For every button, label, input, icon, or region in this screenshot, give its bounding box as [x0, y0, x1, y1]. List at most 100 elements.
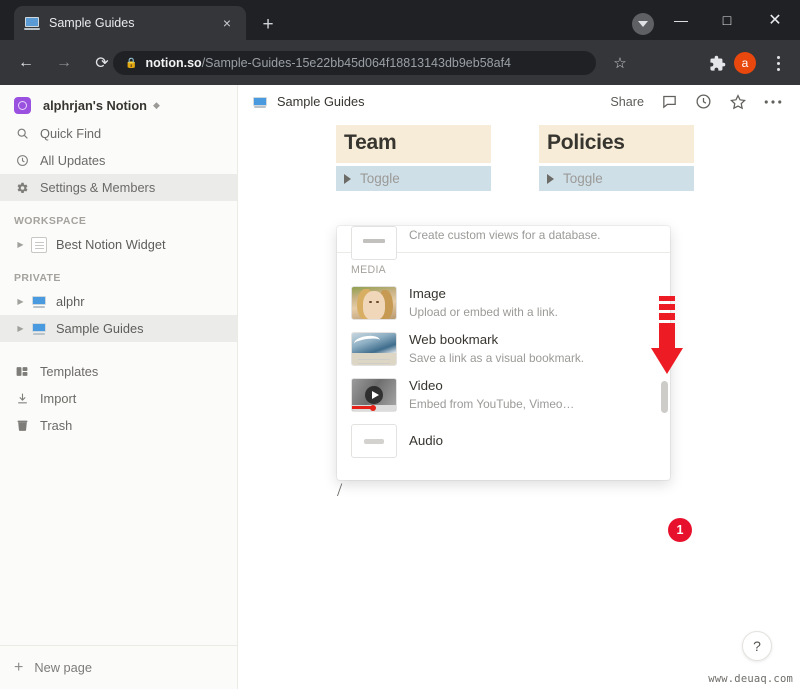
import-icon	[14, 391, 30, 407]
window-controls: — □ ✕	[658, 0, 800, 40]
page-topbar: Sample Guides Share	[238, 85, 800, 118]
url-domain: notion.so	[145, 56, 202, 70]
plus-icon: +	[14, 658, 24, 676]
close-window-button[interactable]: ✕	[750, 0, 800, 40]
browser-menu-icon[interactable]	[768, 50, 788, 76]
heading-block[interactable]: Team	[336, 125, 491, 163]
templates-icon	[14, 364, 30, 380]
menu-item-title: Audio	[409, 433, 444, 448]
lock-icon: 🔒	[125, 57, 138, 69]
sidebar-item-label: Settings & Members	[40, 180, 156, 195]
maximize-button[interactable]: □	[704, 0, 750, 40]
sidebar-page-sample-guides[interactable]: ▶ Sample Guides	[0, 315, 237, 342]
heading-text: Team	[344, 131, 397, 154]
page-actions: Share	[610, 93, 786, 111]
menu-scrollbar-thumb[interactable]	[661, 381, 668, 413]
menu-item-desc: Create custom views for a database.	[409, 228, 601, 242]
sidebar-item-import[interactable]: Import	[0, 385, 237, 412]
bookmark-star-icon[interactable]: ☆	[610, 53, 630, 73]
clock-icon[interactable]	[695, 93, 712, 110]
sidebar-page-label: alphr	[56, 294, 85, 309]
menu-item-title: Image	[409, 286, 446, 301]
typed-slash-text: /	[337, 480, 343, 501]
address-bar[interactable]: 🔒 notion.so/Sample-Guides-15e22bb45d064f…	[113, 51, 596, 75]
minimize-button[interactable]: —	[658, 0, 704, 40]
clock-icon	[14, 153, 30, 169]
menu-item-texts: Video Embed from YouTube, Vimeo…	[409, 377, 574, 413]
menu-item-title: Web bookmark	[409, 332, 499, 347]
menu-item-texts: Image Upload or embed with a link.	[409, 285, 558, 321]
document-icon	[31, 236, 47, 253]
extensions-icon[interactable]	[706, 52, 728, 74]
share-button[interactable]: Share	[610, 95, 644, 109]
tab-title: Sample Guides	[49, 16, 135, 30]
sidebar-bottom-items: Templates Import Trash	[0, 358, 237, 439]
sidebar-item-templates[interactable]: Templates	[0, 358, 237, 385]
sidebar-section-workspace: WORKSPACE	[14, 215, 87, 227]
toggle-block[interactable]: Toggle	[539, 166, 694, 191]
sidebar-page-alphr[interactable]: ▶ alphr	[0, 288, 237, 315]
menu-item-title: Video	[409, 378, 443, 393]
more-options-icon[interactable]	[764, 99, 782, 105]
audio-thumbnail-icon	[351, 424, 397, 458]
menu-item-desc: Save a link as a visual bookmark.	[409, 351, 585, 365]
sidebar-item-settings-members[interactable]: Settings & Members	[0, 174, 237, 201]
heading-text: Policies	[547, 131, 625, 154]
menu-item-texts: Web bookmark Save a link as a visual boo…	[409, 331, 584, 367]
chevron-right-icon[interactable]: ▶	[14, 240, 27, 249]
close-icon[interactable]: ×	[218, 14, 236, 32]
chevron-right-icon[interactable]: ▶	[14, 297, 27, 306]
sidebar-item-trash[interactable]: Trash	[0, 412, 237, 439]
sidebar-page-label: Best Notion Widget	[56, 237, 166, 252]
venus-painting-thumbnail-icon	[351, 286, 397, 320]
url-path: /Sample-Guides-15e22bb45d064f18813143db9…	[201, 56, 511, 70]
menu-item-texts: Create custom views for a database.	[409, 226, 600, 244]
column-policies: Policies Toggle	[539, 125, 694, 191]
menu-item-clipped-top[interactable]: Create custom views for a database.	[337, 226, 670, 260]
forward-icon[interactable]: →	[48, 47, 80, 79]
sidebar-item-label: Trash	[40, 418, 73, 433]
heading-block[interactable]: Policies	[539, 125, 694, 163]
sidebar-item-label: All Updates	[40, 153, 106, 168]
star-icon[interactable]	[729, 93, 747, 111]
toggle-triangle-icon[interactable]	[547, 173, 554, 184]
toggle-label: Toggle	[563, 171, 603, 186]
browser-window: Sample Guides × + — □ ✕ ← → ⟳ 🔒 notion.s…	[0, 0, 800, 689]
sidebar-item-all-updates[interactable]: All Updates	[0, 147, 237, 174]
sidebar-item-label: Import	[40, 391, 77, 406]
annotation-badge-1: 1	[668, 518, 692, 542]
new-tab-button[interactable]: +	[255, 11, 281, 37]
slash-command-menu[interactable]: Create custom views for a database. MEDI…	[337, 226, 670, 480]
monitor-icon	[252, 94, 268, 110]
menu-item-video[interactable]: Video Embed from YouTube, Vimeo…	[337, 372, 670, 418]
chevron-updown-icon: ◆	[153, 99, 160, 110]
new-page-button[interactable]: + New page	[0, 645, 237, 689]
sidebar-section-private: PRIVATE	[14, 272, 61, 284]
menu-item-desc: Embed from YouTube, Vimeo…	[409, 397, 575, 411]
workspace-name: alphrjan's Notion	[43, 97, 147, 113]
browser-tab[interactable]: Sample Guides ×	[14, 6, 246, 40]
toggle-block[interactable]: Toggle	[336, 166, 491, 191]
back-icon[interactable]: ←	[10, 47, 42, 79]
breadcrumb[interactable]: Sample Guides	[277, 94, 365, 109]
menu-item-audio[interactable]: Audio	[337, 418, 670, 464]
sidebar-page-label: Sample Guides	[56, 321, 144, 336]
chevron-right-icon[interactable]: ▶	[14, 324, 27, 333]
chevron-down-icon[interactable]	[632, 13, 654, 35]
sidebar-page-best-notion-widget[interactable]: ▶ Best Notion Widget	[0, 231, 237, 258]
help-button[interactable]: ?	[742, 631, 772, 661]
sidebar-item-quick-find[interactable]: Quick Find	[0, 120, 237, 147]
menu-item-desc: Upload or embed with a link.	[409, 305, 558, 319]
profile-avatar[interactable]: a	[734, 52, 756, 74]
red-down-arrow-icon	[649, 296, 685, 378]
menu-item-web-bookmark[interactable]: Web bookmark Save a link as a visual boo…	[337, 326, 670, 372]
toggle-triangle-icon[interactable]	[344, 173, 351, 184]
search-icon	[14, 126, 30, 142]
workspace-switcher[interactable]: alphrjan's Notion ◆	[0, 90, 237, 120]
menu-item-image[interactable]: Image Upload or embed with a link.	[337, 280, 670, 326]
monitor-icon	[31, 321, 47, 337]
workspace-logo-icon	[14, 96, 31, 114]
page-columns: Team Toggle Policies Toggle	[336, 125, 796, 191]
gear-icon	[14, 180, 30, 196]
comment-icon[interactable]	[661, 93, 678, 110]
